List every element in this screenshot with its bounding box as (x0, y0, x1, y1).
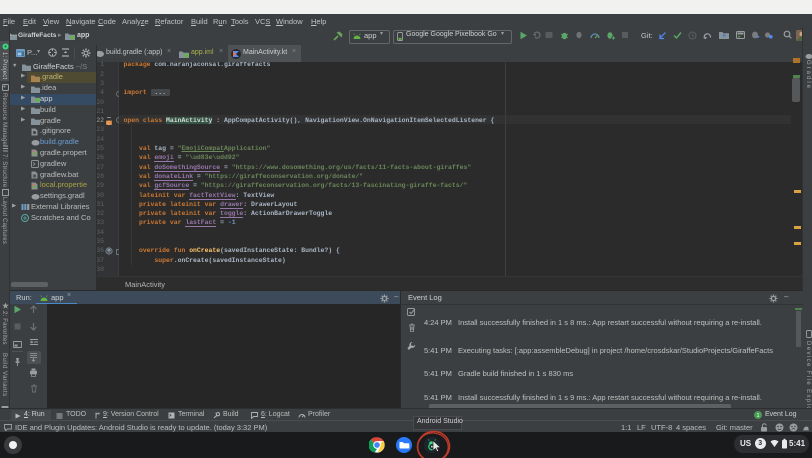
svg-text:1: 1 (756, 413, 759, 419)
